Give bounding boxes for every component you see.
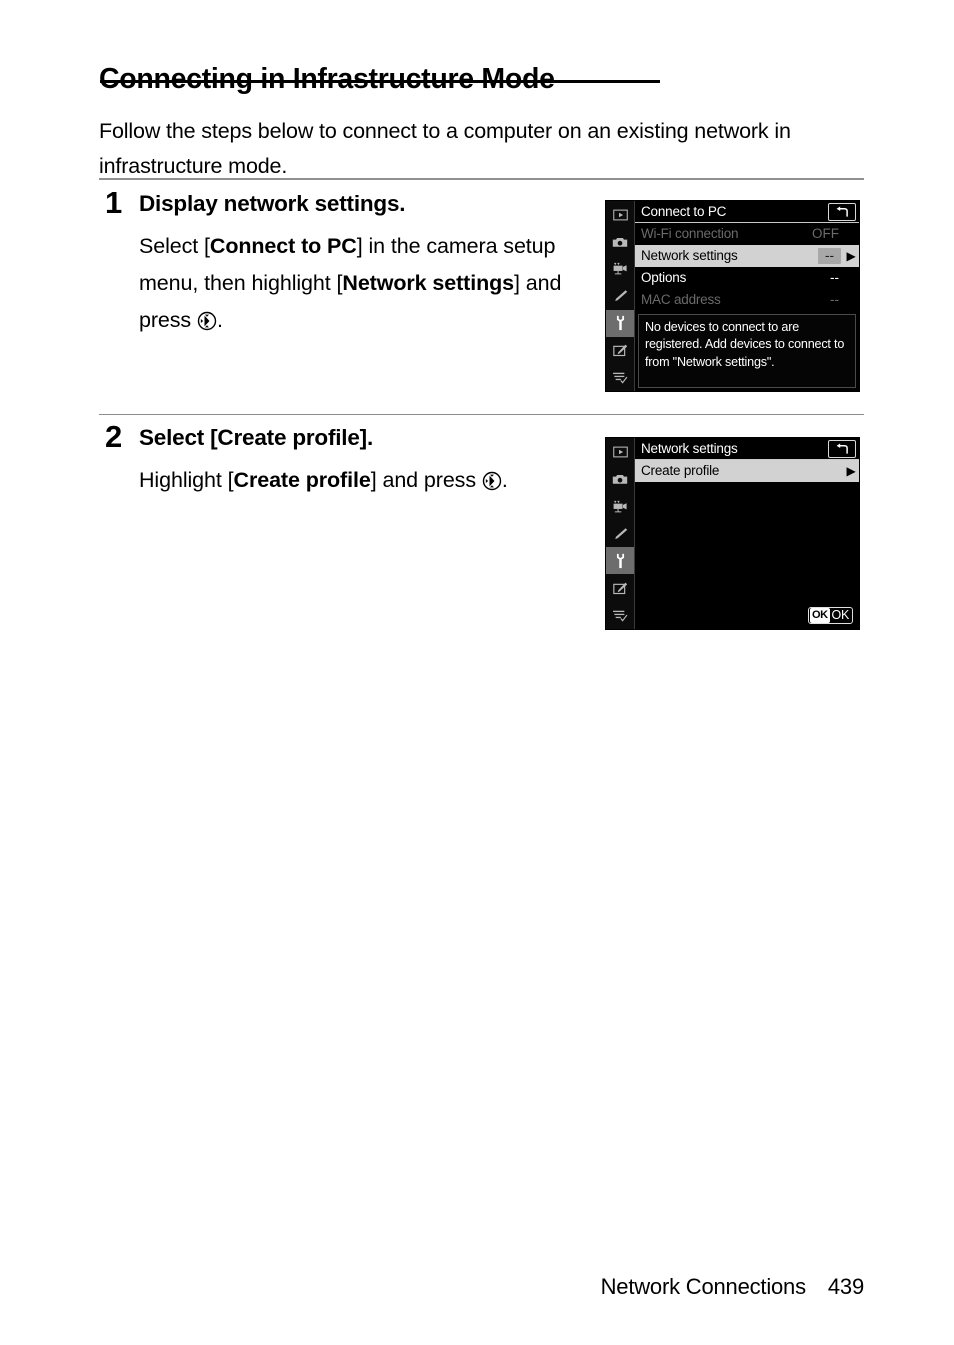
step-1-title: Display network settings. [139, 191, 406, 216]
row-caret: ▶ [845, 294, 857, 306]
screen-1-help-text: No devices to connect to are registered.… [638, 314, 856, 388]
return-arrow-icon[interactable] [828, 202, 856, 221]
menu-row-options[interactable]: Options -- ▶ [635, 267, 859, 289]
playback-icon[interactable] [606, 201, 634, 228]
step-2-title: Select [Create profile]. [139, 425, 374, 450]
my-menu-icon[interactable] [606, 602, 634, 629]
row-value: -- [830, 270, 839, 286]
setup-menu-wrench-icon[interactable] [606, 309, 634, 337]
screen-2-footer: OK OK [635, 607, 859, 629]
my-menu-icon[interactable] [606, 364, 634, 391]
row-value: -- [830, 292, 839, 308]
section-divider-top [99, 178, 864, 180]
step-2-text-c: . [501, 468, 508, 493]
photo-shooting-menu-icon[interactable] [606, 228, 634, 255]
step-1-number: 1 [105, 185, 123, 220]
camera-menu-rail [606, 201, 635, 391]
row-caret: ▶ [845, 228, 857, 240]
step-1: 1 Display network settings. Select [Conn… [99, 185, 599, 339]
menu-row-network-settings[interactable]: Network settings -- ▶ [635, 245, 859, 267]
camera-screen-network-settings: Network settings Create profile ▶ OK OK [605, 437, 860, 630]
step-2-number: 2 [105, 419, 123, 454]
multi-selector-right-icon [482, 471, 502, 491]
step-2-body: Highlight [Create profile] and press . [139, 462, 599, 499]
step-1-text-d: . [216, 308, 223, 333]
playback-icon[interactable] [606, 438, 634, 465]
screen-1-title: Connect to PC [641, 203, 727, 219]
screen-2-empty-area [635, 482, 859, 607]
screen-2-menu-list: Create profile ▶ [635, 460, 859, 482]
retouch-menu-icon[interactable] [606, 337, 634, 364]
ok-button-label: OK [831, 608, 850, 623]
step-2-text-b: ] and press [370, 468, 482, 493]
step-1-body: Select [Connect to PC] in the camera set… [139, 228, 599, 339]
custom-settings-pencil-icon[interactable] [606, 282, 634, 309]
row-label: Create profile [641, 463, 720, 479]
retouch-menu-icon[interactable] [606, 574, 634, 601]
screen-1-titlebar: Connect to PC [635, 201, 859, 223]
row-value: OFF [812, 226, 839, 242]
step-1-bold-a: Connect to PC [209, 234, 357, 259]
footer-chapter-title: Network Connections [600, 1274, 806, 1299]
row-label: Options [641, 270, 687, 286]
row-label: MAC address [641, 292, 721, 308]
camera-screen-connect-to-pc: Connect to PC Wi-Fi connection OFF ▶ Net… [605, 200, 860, 392]
step-1-text-a: Select [ [139, 234, 210, 259]
heading-underline [100, 80, 660, 83]
document-page: Connecting in Infrastructure Mode Follow… [0, 0, 954, 1345]
step-1-bold-b: Network settings [342, 271, 515, 296]
movie-shooting-menu-icon[interactable] [606, 255, 634, 282]
menu-row-mac-address[interactable]: MAC address -- ▶ [635, 289, 859, 311]
screen-2-title: Network settings [641, 440, 738, 456]
section-divider-middle [99, 414, 864, 415]
row-label: Wi-Fi connection [641, 226, 739, 242]
row-label: Network settings [641, 248, 738, 264]
camera-menu-rail [606, 438, 635, 629]
return-arrow-icon[interactable] [828, 439, 856, 458]
screen-1-menu-list: Wi-Fi connection OFF ▶ Network settings … [635, 223, 859, 311]
screen-2-titlebar: Network settings [635, 438, 859, 460]
row-caret: ▶ [845, 272, 857, 284]
ok-button[interactable]: OK OK [808, 607, 853, 624]
row-value: -- [818, 248, 841, 264]
menu-row-create-profile[interactable]: Create profile ▶ [635, 460, 859, 482]
menu-row-wifi-connection[interactable]: Wi-Fi connection OFF ▶ [635, 223, 859, 245]
setup-menu-wrench-icon[interactable] [606, 547, 634, 575]
step-2: 2 Select [Create profile]. Highlight [Cr… [99, 419, 599, 499]
step-2-text-a: Highlight [ [139, 468, 234, 493]
step-2-bold-a: Create profile [233, 468, 371, 493]
multi-selector-right-icon [197, 311, 217, 331]
photo-shooting-menu-icon[interactable] [606, 465, 634, 492]
movie-shooting-menu-icon[interactable] [606, 493, 634, 520]
row-caret-icon: ▶ [846, 464, 856, 478]
ok-glyph-icon: OK [810, 608, 830, 623]
footer-page-number: 439 [827, 1274, 864, 1299]
row-caret-icon: ▶ [846, 249, 856, 263]
intro-paragraph: Follow the steps below to connect to a c… [99, 118, 791, 178]
custom-settings-pencil-icon[interactable] [606, 520, 634, 547]
